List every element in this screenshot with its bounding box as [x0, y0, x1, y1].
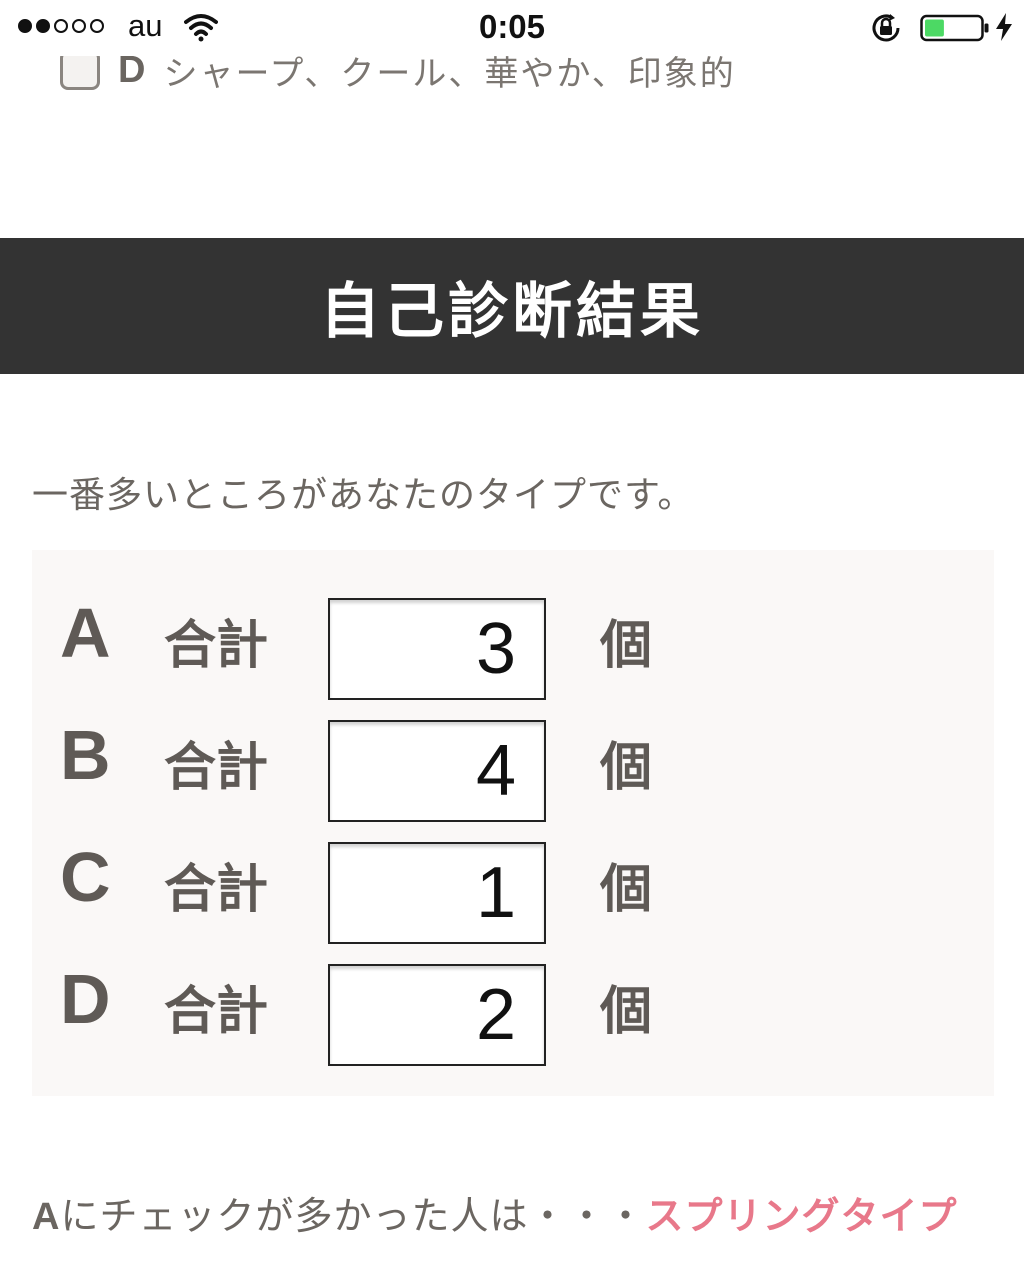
score-letter: C — [60, 838, 111, 916]
option-d-checkbox[interactable] — [60, 50, 100, 90]
section-header: 自己診断結果 — [0, 238, 1024, 374]
score-input-d[interactable] — [328, 964, 546, 1066]
intro-text: 一番多いところがあなたのタイプです。 — [32, 475, 695, 516]
charging-bolt-icon — [996, 13, 1012, 41]
rotation-lock-icon — [872, 14, 900, 42]
score-unit: 個 — [600, 738, 653, 798]
score-input-c[interactable] — [328, 842, 546, 944]
section-title: 自己診断結果 — [320, 276, 704, 347]
score-row-a: A 合計 個 — [32, 598, 994, 702]
score-row-d: D 合計 個 — [32, 964, 994, 1068]
score-label: 合計 — [164, 982, 269, 1042]
score-input-a[interactable] — [328, 598, 546, 700]
battery-icon — [920, 14, 989, 42]
score-letter: B — [60, 716, 111, 794]
spring-type-link[interactable]: スプリングタイプ — [645, 1194, 957, 1238]
score-letter: D — [60, 960, 111, 1038]
score-letter: A — [60, 594, 111, 672]
result-text: Aにチェックが多かった人は・・・スプリングタイプ — [32, 1186, 992, 1247]
status-bar: au 0:05 — [0, 0, 1024, 56]
score-row-c: C 合計 個 — [32, 842, 994, 946]
score-unit: 個 — [600, 982, 653, 1042]
score-label: 合計 — [164, 616, 269, 676]
score-unit: 個 — [600, 616, 653, 676]
result-key: A — [32, 1196, 61, 1238]
score-row-b: B 合計 個 — [32, 720, 994, 824]
result-description: にチェックが多かった人は・・・ — [60, 1194, 646, 1238]
score-input-b[interactable] — [328, 720, 546, 822]
score-label: 合計 — [164, 738, 269, 798]
score-panel: A 合計 個 B 合計 個 C 合計 個 D 合計 個 — [32, 550, 994, 1096]
score-unit: 個 — [600, 860, 653, 920]
score-label: 合計 — [164, 860, 269, 920]
